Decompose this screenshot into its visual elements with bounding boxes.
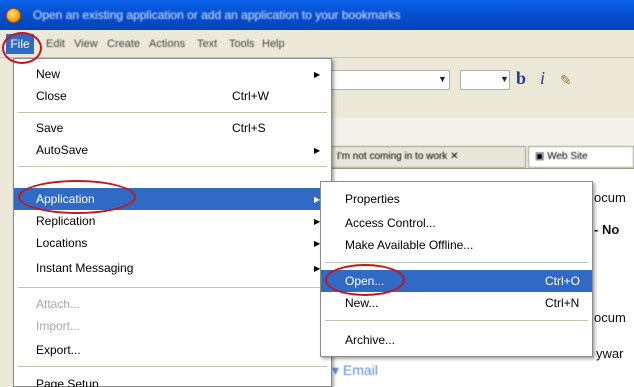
highlighter-icon[interactable]: ✎ xyxy=(560,72,572,89)
email-section-heading: ▾ Email xyxy=(332,362,378,378)
menu-item-label: Open... xyxy=(345,274,385,288)
menu-view[interactable]: View xyxy=(74,38,98,50)
menu-item-properties[interactable]: Properties xyxy=(321,188,592,210)
menu-separator xyxy=(325,262,588,263)
menu-tools[interactable]: Tools xyxy=(229,38,255,50)
menu-item-label: Access Control... xyxy=(345,216,436,230)
menu-item-label: Save xyxy=(36,121,64,135)
menu-separator xyxy=(18,166,327,167)
tab-document[interactable]: I'm not coming in to work ✕ xyxy=(330,146,526,168)
menu-item-make-available-offline[interactable]: Make Available Offline... xyxy=(321,234,592,256)
menu-item-label: Replication xyxy=(36,214,96,228)
chevron-down-icon[interactable]: ▼ xyxy=(438,74,447,84)
tab-label: I'm not coming in to work xyxy=(337,151,448,162)
font-selector[interactable] xyxy=(330,70,450,90)
menu-bar: File Edit View Create Actions Text Tools… xyxy=(0,30,634,58)
italic-button[interactable]: i xyxy=(540,68,545,89)
menu-item-label: Instant Messaging xyxy=(36,261,134,275)
menu-item-label: Application xyxy=(36,192,95,206)
menu-item-instant-messaging[interactable]: Instant Messaging ▶ xyxy=(14,257,331,279)
menu-item-label: Page Setup xyxy=(36,377,99,387)
menu-separator xyxy=(18,112,327,113)
menu-item-close[interactable]: Close Ctrl+W xyxy=(14,85,331,107)
email-heading-label: Email xyxy=(342,362,378,378)
menu-item-label: Attach... xyxy=(36,297,81,311)
menu-item-new[interactable]: New ▶ xyxy=(14,63,331,85)
menu-create[interactable]: Create xyxy=(107,38,140,50)
menu-separator xyxy=(18,287,327,288)
menu-item-export[interactable]: Export... xyxy=(14,339,331,361)
title-bar: Open an existing application or add an a… xyxy=(0,0,634,30)
menu-item-shortcut: Ctrl+W xyxy=(232,89,269,103)
menu-item-label: New... xyxy=(345,296,379,310)
window-title: Open an existing application or add an a… xyxy=(33,8,401,22)
menu-item-label: Close xyxy=(36,89,67,103)
menu-item-label: New xyxy=(36,67,61,81)
menu-item-access-control[interactable]: Access Control... xyxy=(321,212,592,234)
menu-item-label: Properties xyxy=(345,192,400,206)
submenu-arrow-icon: ▶ xyxy=(314,69,321,79)
menu-item-shortcut: Ctrl+N xyxy=(545,296,580,310)
menu-item-archive[interactable]: Archive... xyxy=(321,329,592,351)
menu-item-label: Archive... xyxy=(345,333,396,347)
menu-item-page-setup[interactable]: Page Setup xyxy=(14,373,331,387)
submenu-arrow-icon: ▶ xyxy=(314,145,321,155)
file-menu: New ▶ Close Ctrl+W Save Ctrl+S AutoSave … xyxy=(13,58,332,387)
doc-fragment: ywar xyxy=(596,346,624,361)
menu-item-label: AutoSave xyxy=(36,143,89,157)
menu-item-open[interactable]: Open... Ctrl+O xyxy=(321,270,592,292)
menu-file[interactable]: File xyxy=(6,34,34,54)
menu-item-label: Export... xyxy=(36,343,81,357)
menu-actions[interactable]: Actions xyxy=(149,38,185,50)
menu-item-label: Make Available Offline... xyxy=(345,238,474,252)
menu-item-locations[interactable]: Locations ▶ xyxy=(14,232,331,254)
menu-edit[interactable]: Edit xyxy=(46,38,65,50)
bold-button[interactable]: b xyxy=(516,68,526,89)
menu-item-label: Import... xyxy=(36,319,81,333)
menu-separator xyxy=(18,366,327,367)
doc-fragment: - No xyxy=(594,222,620,237)
menu-item-import[interactable]: Import... xyxy=(14,315,331,337)
menu-item-shortcut: Ctrl+S xyxy=(232,121,266,135)
app-icon xyxy=(6,7,21,23)
menu-item-application[interactable]: Application ▶ xyxy=(14,188,331,210)
menu-text[interactable]: Text xyxy=(197,38,217,50)
menu-item-label: Locations xyxy=(36,236,88,250)
menu-item-attach[interactable]: Attach... xyxy=(14,293,331,315)
menu-item-save[interactable]: Save Ctrl+S xyxy=(14,117,331,139)
menu-separator xyxy=(325,320,588,321)
tab-label: Web Site xyxy=(547,151,588,162)
menu-item-autosave[interactable]: AutoSave ▶ xyxy=(14,139,331,161)
menu-help[interactable]: Help xyxy=(262,38,285,50)
application-submenu: Properties Access Control... Make Availa… xyxy=(320,181,593,357)
menu-item-new[interactable]: New... Ctrl+N xyxy=(321,292,592,314)
menu-item-replication[interactable]: Replication ▶ xyxy=(14,210,331,232)
menu-item-shortcut: Ctrl+O xyxy=(545,274,581,288)
doc-fragment: ocum xyxy=(594,310,626,325)
chevron-down-icon[interactable]: ▼ xyxy=(500,74,509,84)
tab-web-site[interactable]: ▣ Web Site xyxy=(528,146,634,168)
doc-fragment: ocum xyxy=(594,190,626,205)
